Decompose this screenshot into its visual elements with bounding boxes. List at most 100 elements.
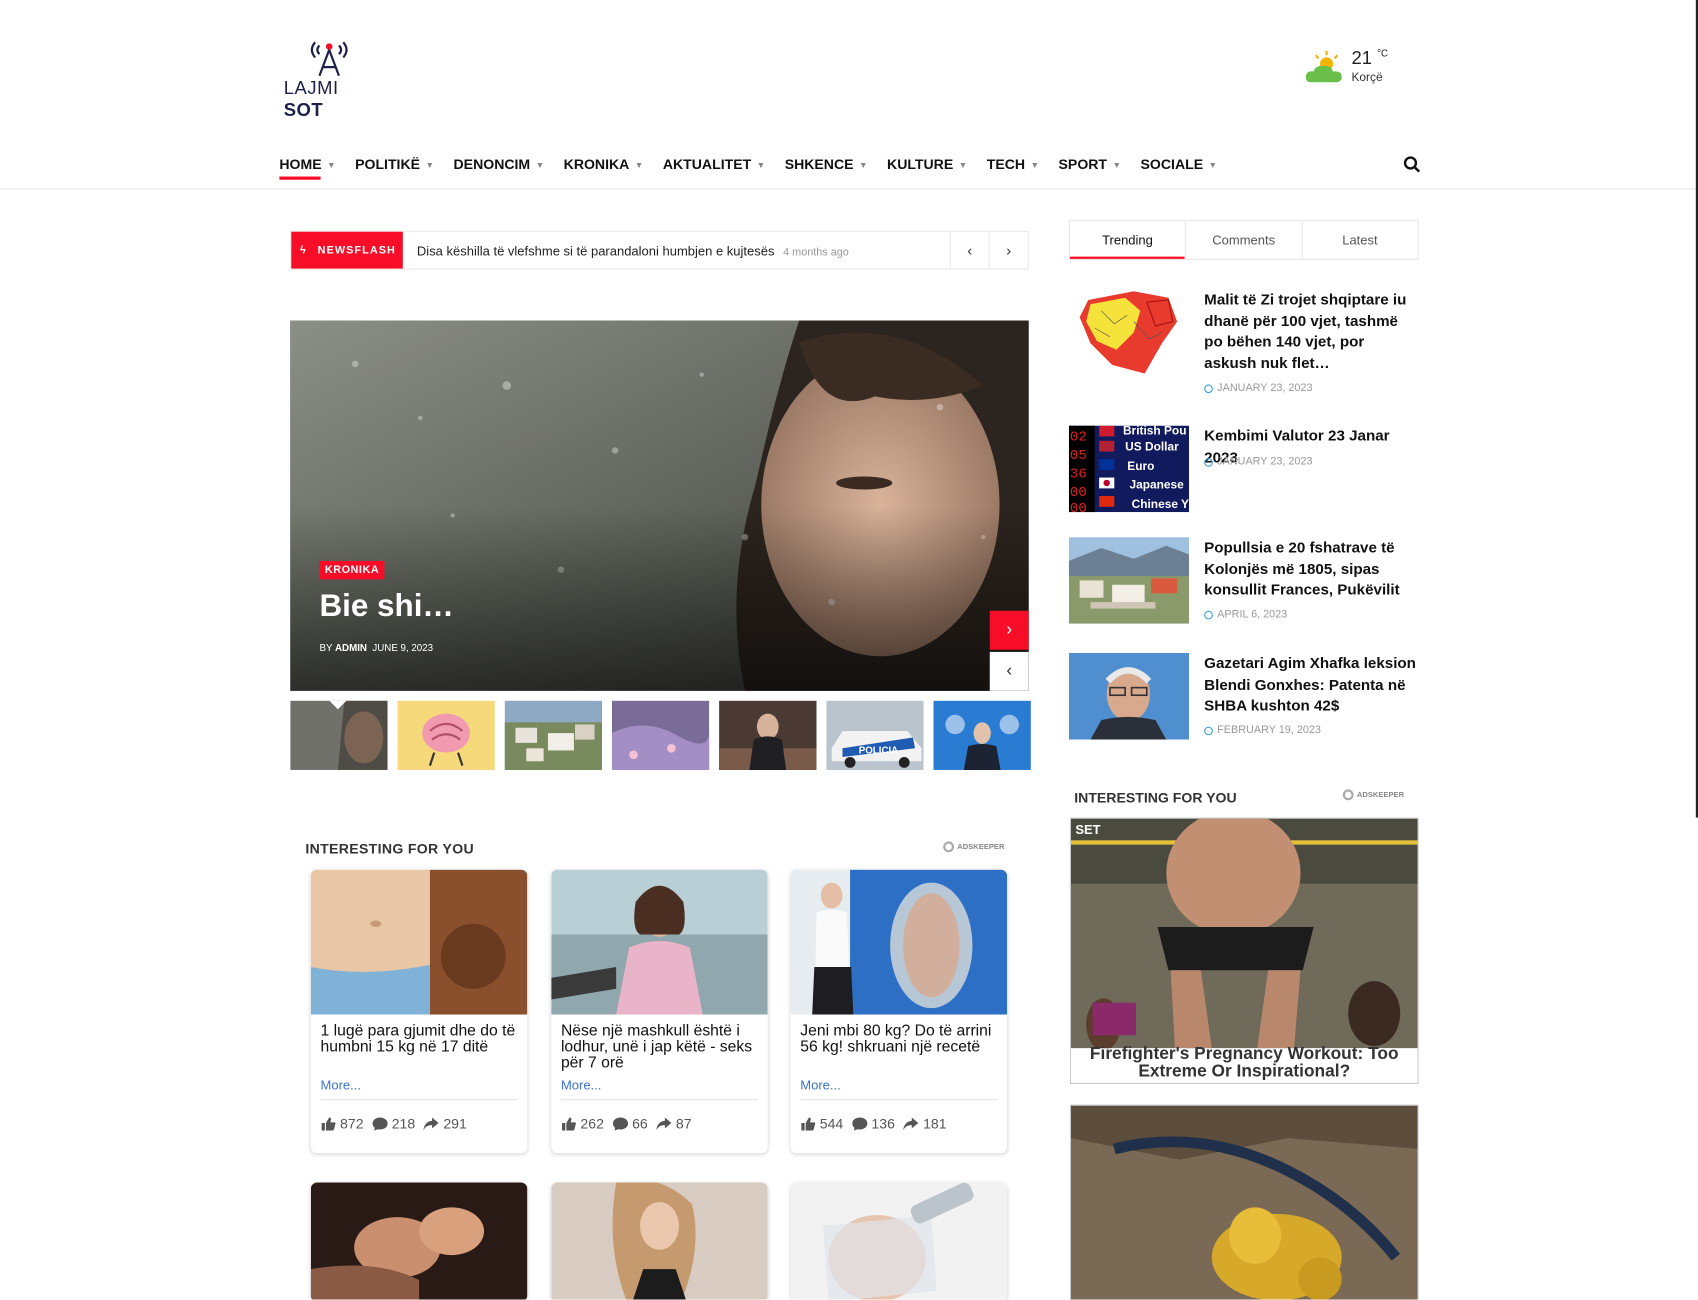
trending-title[interactable]: Gazetari Agim Xhafka leksion Blendi Gonx… bbox=[1204, 653, 1418, 716]
hero-meta: BY ADMIN JUNE 9, 2023 bbox=[319, 642, 434, 653]
sponsored-card[interactable]: Nëse një mashkull është i lodhur, unë i … bbox=[551, 869, 768, 1154]
chevron-down-icon: ▼ bbox=[756, 159, 766, 170]
newsflash-next-button[interactable]: › bbox=[988, 231, 1028, 269]
slider-next-button[interactable]: › bbox=[989, 610, 1029, 650]
sponsored-card[interactable]: Jeni mbi 80 kg? Do të arrini 56 kg! shkr… bbox=[790, 869, 1008, 1154]
nav-item-kronika[interactable]: KRONIKA ▼ bbox=[564, 149, 644, 177]
search-icon[interactable] bbox=[1403, 156, 1421, 173]
chevron-left-icon: ‹ bbox=[1006, 661, 1013, 681]
slider-thumbnails: POLICIA bbox=[290, 700, 1031, 770]
nav-item-shkence[interactable]: SHKENCE ▼ bbox=[785, 149, 868, 177]
comment-icon[interactable] bbox=[372, 1117, 388, 1131]
sponsored-card[interactable]: 1 lugë para gjumit dhe do të humbni 15 k… bbox=[310, 869, 528, 1154]
weather-widget[interactable]: 21 °C Korçë bbox=[1305, 48, 1402, 91]
share-icon[interactable] bbox=[423, 1117, 440, 1131]
share-count: 291 bbox=[443, 1115, 467, 1132]
sidebar-interesting-heading: INTERESTING FOR YOU bbox=[1074, 789, 1237, 806]
sponsored-card[interactable] bbox=[310, 1182, 528, 1300]
sponsored-card-title[interactable]: 1 lugë para gjumit dhe do të humbni 15 k… bbox=[311, 1015, 528, 1078]
nav-item-kulture[interactable]: KULTURE ▼ bbox=[887, 149, 967, 177]
comment-icon[interactable] bbox=[851, 1117, 868, 1131]
sponsored-card[interactable] bbox=[551, 1182, 768, 1300]
nav-item-home[interactable]: HOME ▼ bbox=[279, 149, 336, 180]
trending-title[interactable]: Malit të Zi trojet shqiptare iu dhanë pë… bbox=[1204, 289, 1418, 373]
chevron-down-icon: ▼ bbox=[1030, 159, 1040, 170]
nav-item-denoncim[interactable]: DENONCIM ▼ bbox=[454, 149, 545, 177]
hero-title[interactable]: Bie shi… bbox=[319, 589, 453, 625]
svg-text:36: 36 bbox=[1070, 467, 1087, 483]
trending-thumbnail[interactable] bbox=[1068, 289, 1190, 376]
trending-date: JANUARY 23, 2023 bbox=[1204, 382, 1313, 394]
adskeeper-logo[interactable]: ADSKEEPER bbox=[943, 841, 1004, 853]
sponsored-card-more-link[interactable]: More... bbox=[551, 1077, 768, 1092]
weather-city: Korçë bbox=[1351, 71, 1383, 85]
newsflash-prev-button[interactable]: ‹ bbox=[949, 231, 989, 269]
like-count: 544 bbox=[819, 1115, 844, 1132]
sponsored-card-image bbox=[790, 1182, 1008, 1300]
key-icon bbox=[1342, 789, 1354, 801]
share-icon[interactable] bbox=[656, 1117, 672, 1131]
slider-thumbnail[interactable] bbox=[504, 700, 603, 770]
sponsored-card[interactable] bbox=[790, 1182, 1008, 1300]
slider-thumbnail[interactable] bbox=[611, 700, 710, 770]
trending-thumbnail[interactable]: 02 05 36 00 00 British Pou US Dollar Euro Ja… bbox=[1068, 425, 1190, 513]
share-icon[interactable] bbox=[903, 1117, 919, 1131]
hero-slide[interactable]: KRONIKA Bie shi… BY ADMIN JUNE 9, 2023 ›… bbox=[290, 320, 1029, 691]
tab-latest[interactable]: Latest bbox=[1302, 221, 1417, 259]
adskeeper-logo[interactable]: ADSKEEPER bbox=[1342, 789, 1404, 801]
hero-author[interactable]: ADMIN bbox=[335, 642, 367, 653]
newsflash-headline[interactable]: Disa këshilla të vlefshme si të parandal… bbox=[417, 244, 849, 259]
chevron-left-icon: ‹ bbox=[967, 241, 973, 259]
currency-label: Chinese Y bbox=[1132, 497, 1189, 511]
chevron-down-icon: ▼ bbox=[958, 159, 968, 170]
chevron-right-icon: › bbox=[1006, 241, 1012, 259]
comment-icon[interactable] bbox=[612, 1117, 628, 1131]
trending-item[interactable]: Gazetari Agim Xhafka leksion Blendi Gonx… bbox=[1068, 652, 1419, 740]
sponsored-card-more-link[interactable]: More... bbox=[311, 1077, 528, 1092]
sponsored-card-title[interactable]: Nëse një mashkull është i lodhur, unë i … bbox=[551, 1015, 768, 1078]
like-icon[interactable] bbox=[561, 1117, 576, 1131]
site-logo[interactable]: LAJMI SOT bbox=[279, 37, 379, 120]
sidebar-ad[interactable] bbox=[1069, 1104, 1419, 1300]
comment-count: 66 bbox=[632, 1115, 648, 1132]
slider-thumbnail[interactable] bbox=[933, 700, 1031, 770]
interesting-heading: INTERESTING FOR YOU bbox=[305, 840, 474, 857]
trending-item[interactable]: Malit të Zi trojet shqiptare iu dhanë pë… bbox=[1068, 289, 1419, 397]
gym-banner-text: SET bbox=[1075, 822, 1100, 837]
like-icon[interactable] bbox=[800, 1117, 816, 1131]
like-count: 262 bbox=[580, 1115, 604, 1132]
chevron-down-icon: ▼ bbox=[327, 159, 336, 170]
trending-item[interactable]: Popullsia e 20 fshatrave të Kolonjës më … bbox=[1068, 537, 1419, 624]
currency-label: Euro bbox=[1127, 459, 1154, 473]
nav-item-sociale[interactable]: SOCIALE ▼ bbox=[1141, 149, 1218, 177]
trending-item[interactable]: 02 05 36 00 00 British Pou US Dollar Euro Ja… bbox=[1068, 425, 1419, 513]
tab-trending[interactable]: Trending bbox=[1070, 220, 1187, 259]
sponsored-card-more-link[interactable]: More... bbox=[791, 1077, 1008, 1092]
slider-thumbnail[interactable]: POLICIA bbox=[826, 700, 924, 770]
nav-item-sport[interactable]: SPORT ▼ bbox=[1059, 149, 1122, 177]
comment-count: 136 bbox=[871, 1115, 895, 1132]
sponsored-card-title[interactable]: Jeni mbi 80 kg? Do të arrini 56 kg! shkr… bbox=[791, 1015, 1008, 1078]
chevron-down-icon: ▼ bbox=[425, 159, 435, 170]
sidebar-ad-caption[interactable]: Firefighter's Pregnancy Workout: Too Ext… bbox=[1071, 1046, 1418, 1081]
share-count: 87 bbox=[675, 1115, 692, 1132]
nav-item-politike[interactable]: POLITIKË ▼ bbox=[355, 149, 434, 177]
trending-date: FEBRUARY 19, 2023 bbox=[1204, 724, 1321, 736]
trending-thumbnail[interactable] bbox=[1068, 537, 1190, 624]
sponsored-card-image bbox=[310, 869, 528, 1015]
slider-prev-button[interactable]: ‹ bbox=[989, 651, 1029, 691]
like-icon[interactable] bbox=[321, 1117, 336, 1131]
hero-category-badge[interactable]: KRONIKA bbox=[319, 560, 385, 580]
tab-comments[interactable]: Comments bbox=[1186, 220, 1303, 259]
clock-icon bbox=[1204, 383, 1213, 393]
trending-thumbnail[interactable] bbox=[1068, 652, 1190, 740]
logo-word-sot: SOT bbox=[283, 99, 324, 121]
slider-thumbnail[interactable] bbox=[397, 700, 495, 770]
newsflash-badge: ϟ NEWSFLASH bbox=[291, 231, 403, 269]
slider-thumbnail[interactable] bbox=[719, 700, 817, 770]
slider-thumbnail[interactable] bbox=[290, 700, 388, 770]
sidebar-ad[interactable]: SET Firefighter's Pregnancy Workout: Too… bbox=[1069, 817, 1419, 1084]
trending-title[interactable]: Popullsia e 20 fshatrave të Kolonjës më … bbox=[1204, 537, 1418, 600]
nav-item-tech[interactable]: TECH ▼ bbox=[987, 149, 1039, 177]
nav-item-aktualitet[interactable]: AKTUALITET ▼ bbox=[663, 149, 765, 177]
